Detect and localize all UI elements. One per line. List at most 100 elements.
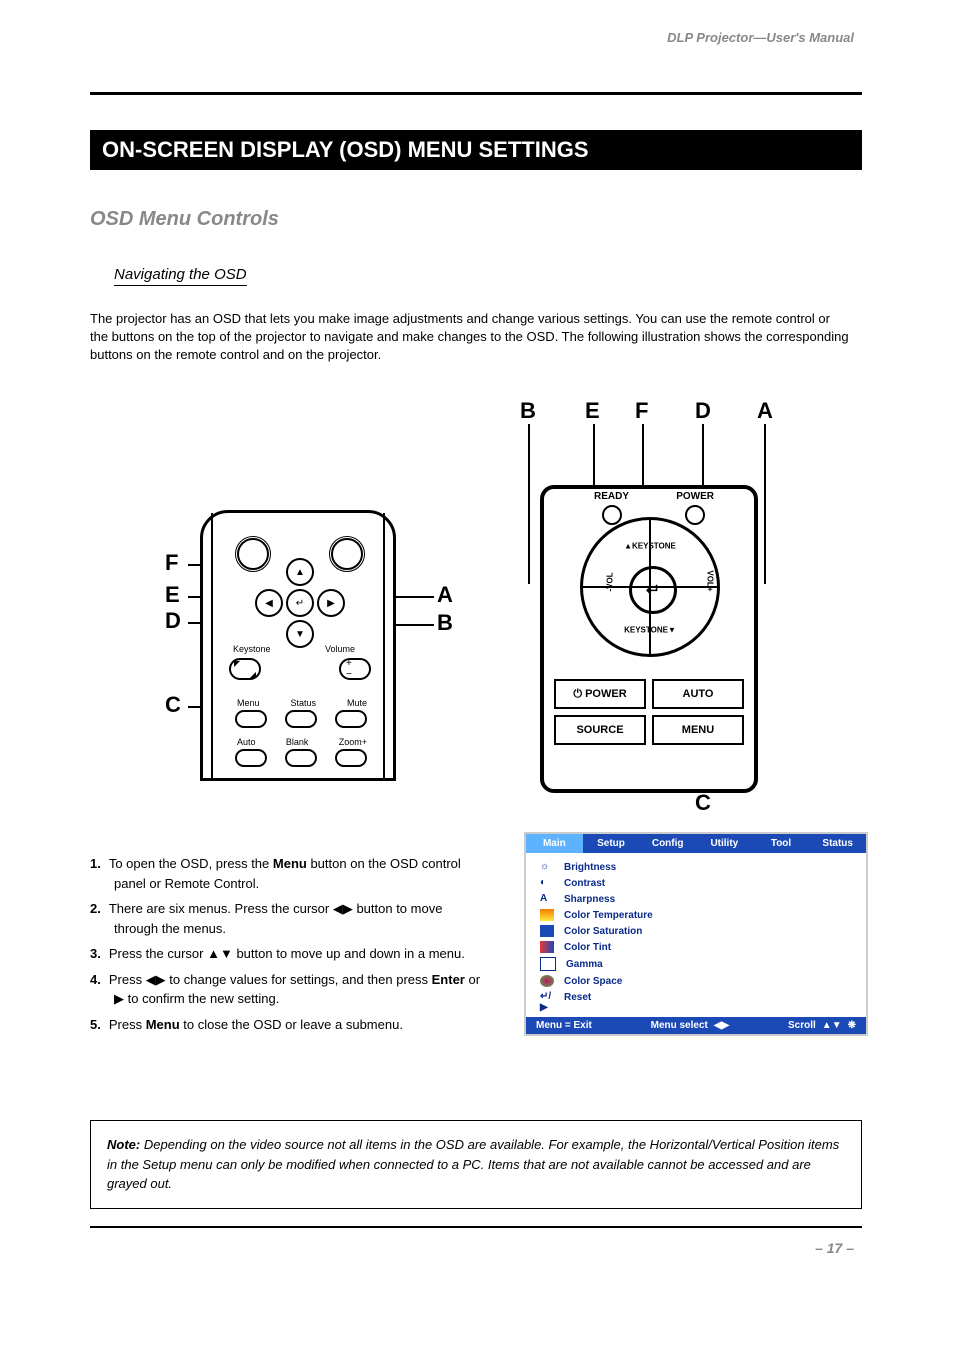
brightness-icon: ☼ xyxy=(540,861,554,873)
leader xyxy=(764,424,766,584)
saturation-icon xyxy=(540,925,554,937)
osd-tab-config[interactable]: Config xyxy=(639,834,696,853)
osd-item-sharpness[interactable]: ASharpness xyxy=(526,891,866,907)
colorspace-icon xyxy=(540,975,554,987)
keystone-up[interactable]: ▲KEYSTONE xyxy=(624,542,676,551)
osd-footer-exit: Menu = Exit xyxy=(536,1020,592,1031)
osd-list: ☼Brightness ◐Contrast ASharpness Color T… xyxy=(526,853,866,1017)
osd-tabs: Main Setup Config Utility Tool Status xyxy=(526,834,866,853)
up-down-icon: ▲▼ xyxy=(822,1020,842,1031)
step-3: 3.Press the cursor ▲▼ button to move up … xyxy=(90,944,490,964)
panel-source-button[interactable]: SOURCE xyxy=(554,715,646,745)
osd-tab-utility[interactable]: Utility xyxy=(696,834,753,853)
power-led xyxy=(685,505,705,525)
dpad-left[interactable]: ◀ xyxy=(255,589,283,617)
intro-paragraph: The projector has an OSD that lets you m… xyxy=(90,310,850,365)
osd-item-reset[interactable]: ↵/▶Reset xyxy=(526,989,866,1005)
volume-label: Volume xyxy=(325,644,355,654)
up-down-icon: ▲▼ xyxy=(207,946,233,961)
page-number: – 17 – xyxy=(815,1240,854,1256)
steps-list: 1.To open the OSD, press the Menu button… xyxy=(90,854,490,1040)
blank-button[interactable] xyxy=(285,749,317,767)
panel-button-grid: ⏻ POWER AUTO SOURCE MENU xyxy=(554,679,744,751)
sharpness-icon: A xyxy=(540,893,554,905)
note-box: Note: Depending on the video source not … xyxy=(90,1120,862,1209)
auto-button[interactable] xyxy=(235,749,267,767)
osd-footer-scroll: Scroll ▲▼ ❋ xyxy=(788,1020,856,1031)
contrast-icon: ◐ xyxy=(540,877,554,889)
panel-auto-button[interactable]: AUTO xyxy=(652,679,744,709)
remote-diagram: ▲ ▼ ◀ ▶ ↵ Keystone Volume ◤ ◢ + − Menu xyxy=(200,510,390,775)
callout-A-remote: A xyxy=(437,582,453,608)
callout-B-panel: B xyxy=(520,398,536,424)
tint-icon xyxy=(540,941,554,953)
subsection-title: Navigating the OSD xyxy=(114,266,247,286)
vol-minus[interactable]: -VOL xyxy=(606,572,615,591)
step-5: 5.Press Menu to close the OSD or leave a… xyxy=(90,1015,490,1035)
dpad-right[interactable]: ▶ xyxy=(317,589,345,617)
power-led-label: POWER xyxy=(676,491,714,502)
colortemp-icon xyxy=(540,909,554,921)
remote-row1-labels: Menu Status Mute xyxy=(237,698,367,708)
panel-wheel: ↵ ▲KEYSTONE KEYSTONE▼ -VOL VOL+ xyxy=(580,517,720,657)
gamma-icon xyxy=(540,957,556,971)
keystone-down[interactable]: KEYSTONE▼ xyxy=(624,626,676,635)
panel-enter[interactable]: ↵ xyxy=(629,566,677,614)
osd-item-brightness[interactable]: ☼Brightness xyxy=(526,859,866,875)
osd-footer: Menu = Exit Menu select ◀▶ Scroll ▲▼ ❋ xyxy=(526,1017,866,1034)
osd-screenshot: Main Setup Config Utility Tool Status ☼B… xyxy=(524,832,868,1036)
note-label: Note: xyxy=(107,1137,140,1152)
osd-item-color-saturation[interactable]: Color Saturation xyxy=(526,923,866,939)
mute-button[interactable] xyxy=(335,710,367,728)
ready-led xyxy=(602,505,622,525)
ready-led-label: READY xyxy=(594,491,629,502)
keystone-label: Keystone xyxy=(233,644,271,654)
osd-item-color-space[interactable]: Color Space xyxy=(526,973,866,989)
callout-D-remote: D xyxy=(165,608,181,634)
callout-B-remote: B xyxy=(437,610,453,636)
left-right-icon: ◀▶ xyxy=(714,1020,729,1031)
help-icon: ❋ xyxy=(848,1020,856,1031)
top-rule xyxy=(90,92,862,95)
vol-plus[interactable]: VOL+ xyxy=(706,570,715,591)
volume-button[interactable]: + − xyxy=(339,658,371,680)
left-right-icon: ◀▶ xyxy=(333,901,353,916)
panel-power-button[interactable]: ⏻ POWER xyxy=(554,679,646,709)
footer-rule xyxy=(90,1226,862,1228)
step-4: 4.Press ◀▶ to change values for settings… xyxy=(90,970,490,1009)
section-title: OSD Menu Controls xyxy=(90,208,279,231)
running-header: DLP Projector—User's Manual xyxy=(667,30,854,45)
dpad-up[interactable]: ▲ xyxy=(286,558,314,586)
osd-item-gamma[interactable]: Gamma xyxy=(526,955,866,973)
dpad-enter[interactable]: ↵ xyxy=(286,589,314,617)
remote-row2-labels: Auto Blank Zoom+ xyxy=(237,737,367,747)
status-button[interactable] xyxy=(285,710,317,728)
dpad: ▲ ▼ ◀ ▶ ↵ xyxy=(255,558,341,644)
dpad-down[interactable]: ▼ xyxy=(286,620,314,648)
osd-tab-status[interactable]: Status xyxy=(809,834,866,853)
leader xyxy=(528,424,530,584)
step-1: 1.To open the OSD, press the Menu button… xyxy=(90,854,490,893)
callout-D-panel: D xyxy=(695,398,711,424)
keystone-button[interactable]: ◤ ◢ xyxy=(229,658,261,680)
panel-body: READY POWER ↵ ▲KEYSTONE KEYSTONE▼ -VOL V… xyxy=(540,485,758,793)
panel-menu-button[interactable]: MENU xyxy=(652,715,744,745)
callout-E-panel: E xyxy=(585,398,600,424)
remote-body: ▲ ▼ ◀ ▶ ↵ Keystone Volume ◤ ◢ + − Menu xyxy=(200,510,396,781)
callout-A-panel: A xyxy=(757,398,773,424)
osd-tab-tool[interactable]: Tool xyxy=(753,834,810,853)
zoom-plus-button[interactable] xyxy=(335,749,367,767)
callout-E-remote: E xyxy=(165,582,180,608)
right-icon: ▶ xyxy=(114,991,124,1006)
reset-icon: ↵/▶ xyxy=(540,991,554,1003)
osd-item-contrast[interactable]: ◐Contrast xyxy=(526,875,866,891)
step-2: 2.There are six menus. Press the cursor … xyxy=(90,899,490,938)
osd-tab-setup[interactable]: Setup xyxy=(583,834,640,853)
callout-C-remote: C xyxy=(165,692,181,718)
osd-item-color-tint[interactable]: Color Tint xyxy=(526,939,866,955)
osd-item-color-temperature[interactable]: Color Temperature xyxy=(526,907,866,923)
menu-button[interactable] xyxy=(235,710,267,728)
note-body: Depending on the video source not all it… xyxy=(107,1137,839,1191)
callout-C-panel: C xyxy=(695,790,711,816)
osd-tab-main[interactable]: Main xyxy=(526,834,583,853)
